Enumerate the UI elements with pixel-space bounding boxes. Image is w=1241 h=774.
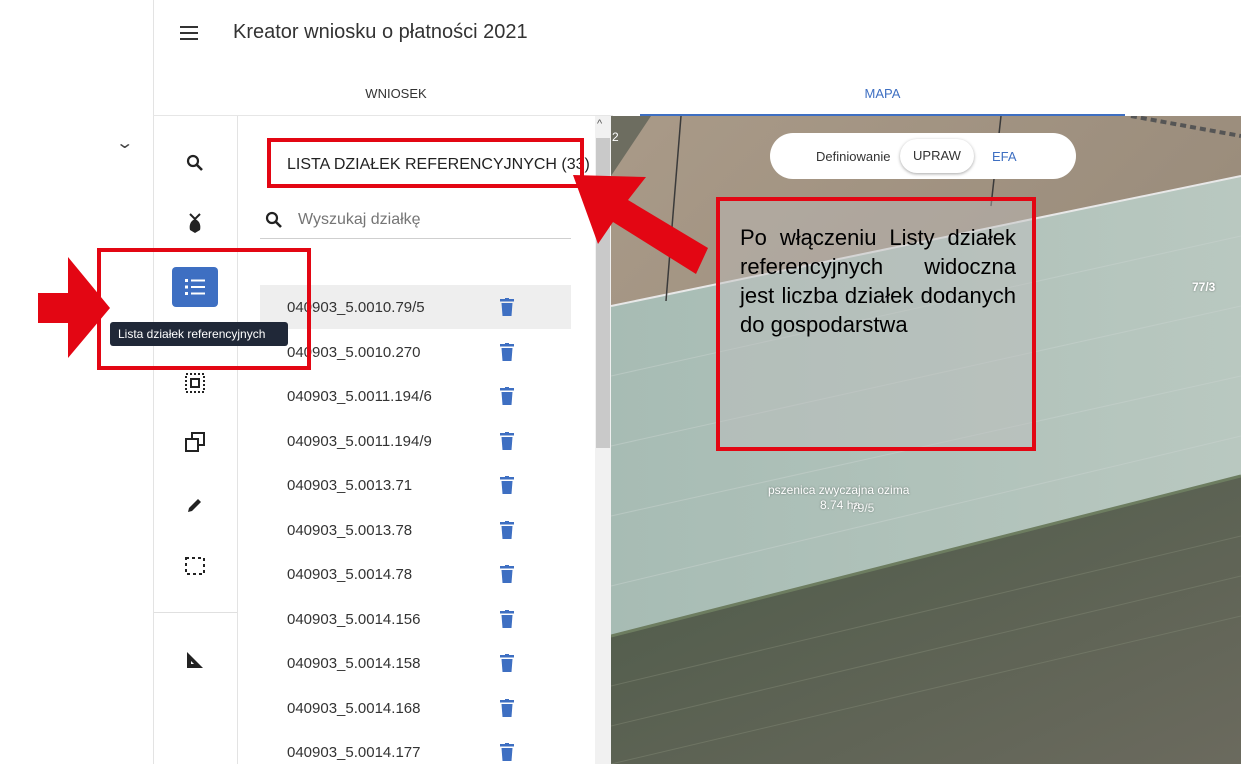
toolbar-arrow xyxy=(38,257,110,358)
callout-arrow xyxy=(573,175,708,274)
tooltip: Lista działek referencyjnych xyxy=(110,322,288,346)
annotation-arrows xyxy=(38,175,708,358)
